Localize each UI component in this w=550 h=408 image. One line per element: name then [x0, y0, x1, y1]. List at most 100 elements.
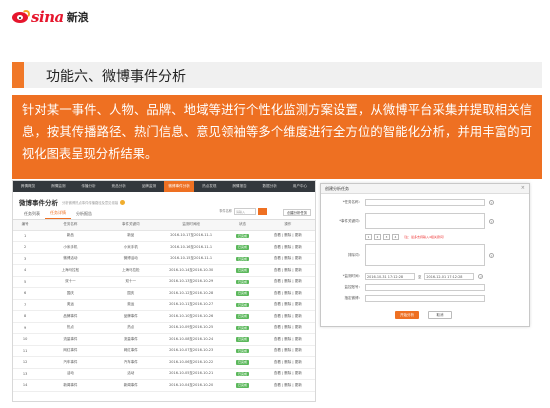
group-tab[interactable]: 3: [383, 234, 390, 240]
table-row[interactable]: 4 上海马拉松 上海马拉松 2016-10-14至2016-10-30 已完成 查看 | …: [13, 264, 315, 277]
cell-id: 10: [13, 333, 38, 346]
table-row[interactable]: 11 网红事件 网红事件 2016-10-07至2016-10-23 已完成 查看 | 删…: [13, 345, 315, 357]
table-row[interactable]: 8 品牌事件 品牌事件 2016-10-10至2016-10-26 已完成 查看 | 删除…: [13, 310, 315, 323]
table-row[interactable]: 3 微博活动 微博活动 2016-10-15至2016-11-1 已完成 查看 | 删除 …: [13, 253, 315, 265]
tab-task-list[interactable]: 任务列表: [19, 211, 45, 219]
cell-id: 1: [13, 230, 38, 242]
nav-item[interactable]: 品牌监测: [134, 181, 164, 192]
cell-time: 2016-10-04至2016-10-20: [157, 379, 225, 392]
row-actions[interactable]: 查看 | 删除 | 更新: [260, 368, 315, 380]
row-actions[interactable]: 查看 | 删除 | 更新: [260, 299, 315, 311]
row-actions[interactable]: 查看 | 删除 | 更新: [260, 345, 315, 357]
section-accent-bar: [12, 62, 24, 88]
logo-cn: 新浪: [66, 11, 89, 24]
close-icon[interactable]: ×: [521, 185, 525, 191]
help-icon[interactable]: ?: [489, 252, 494, 258]
nav-item[interactable]: 热点发现: [194, 181, 224, 192]
help-icon[interactable]: ?: [489, 200, 494, 205]
tab-task-detail[interactable]: 任务详情: [45, 210, 71, 219]
nav-item[interactable]: 舆情概览: [13, 181, 43, 192]
label-time: *监测时间：: [342, 274, 362, 278]
group-tab[interactable]: 4: [392, 234, 399, 240]
label-accounts2: 指定微博：: [344, 296, 363, 300]
row-actions[interactable]: 查看 | 删除 | 更新: [260, 310, 315, 323]
cell-keyword: 品牌事件: [103, 310, 158, 323]
status-badge: 已完成: [236, 268, 250, 273]
cell-keyword: 双十一: [103, 276, 158, 288]
table-row[interactable]: 14 新闻事件 新闻事件 2016-10-04至2016-10-20 已完成 查看 | 删…: [13, 379, 315, 392]
cell-name: 活动: [37, 368, 104, 380]
table-row[interactable]: 10 流量事件 流量事件 2016-10-08至2016-10-24 已完成 查看 | 删…: [13, 333, 315, 346]
create-task-button[interactable]: 创建分析任务: [283, 209, 311, 216]
create-task-dialog: 创建分析任务 × *任务名称： ? *事件关键词： ? 1 2 3 4 （注：最…: [320, 183, 530, 327]
row-actions[interactable]: 查看 | 删除 | 更新: [260, 230, 315, 242]
accounts-input[interactable]: [365, 284, 485, 291]
start-analysis-button[interactable]: 开始分析: [395, 311, 419, 319]
nav-item[interactable]: 舆情报告: [224, 181, 254, 192]
dialog-title: 创建分析任务: [325, 186, 349, 191]
help-icon[interactable]: ?: [489, 218, 494, 224]
nav-item[interactable]: 传播分析: [73, 181, 103, 192]
filter-input[interactable]: 请输入: [234, 208, 256, 215]
table-row[interactable]: 7 奥运 奥运 2016-10-11至2016-10-27 已完成 查看 | 删除 | 更…: [13, 299, 315, 311]
task-name-input[interactable]: [365, 199, 485, 206]
cell-name: 小米手机: [37, 241, 104, 254]
cell-keyword: 上海马拉松: [103, 264, 158, 277]
cancel-button[interactable]: 取消: [428, 311, 452, 319]
label-task-name: *任务名称：: [342, 200, 362, 204]
cell-name: 汽车事件: [37, 356, 104, 369]
nav-item[interactable]: 竞品分析: [104, 181, 134, 192]
row-actions[interactable]: 查看 | 删除 | 更新: [260, 287, 315, 300]
exclude-textarea[interactable]: [365, 244, 485, 266]
field-accounts2: 指定微博：: [325, 295, 485, 302]
cell-keyword: 汽车事件: [103, 356, 158, 369]
table-row[interactable]: 2 小米手机 小米手机 2016-10-16至2016-11-1 已完成 查看 | 删除 …: [13, 241, 315, 254]
field-task-name: *任务名称： ?: [325, 199, 494, 206]
cell-keyword: 微博活动: [103, 253, 158, 265]
row-actions[interactable]: 查看 | 删除 | 更新: [260, 333, 315, 346]
table-row[interactable]: 5 双十一 双十一 2016-10-13至2016-10-29 已完成 查看 | 删除 |…: [13, 276, 315, 288]
table-row[interactable]: 1 新品 新品 2016-10-17至2016-11-1 已完成 查看 | 删除 | 更新: [13, 230, 315, 242]
search-button[interactable]: [258, 208, 267, 215]
help-icon[interactable]: ?: [478, 274, 484, 279]
row-actions[interactable]: 查看 | 删除 | 更新: [260, 356, 315, 369]
tab-report[interactable]: 分析报告: [71, 211, 97, 219]
nav-item[interactable]: 舆情监测: [43, 181, 73, 192]
description-text: 针对某一事件、人物、品牌、地域等进行个性化监测方案设置，从微博平台采集并提取相关…: [22, 103, 532, 161]
table-row[interactable]: 13 活动 活动 2016-10-05至2016-10-21 已完成 查看 | 删除 | …: [13, 368, 315, 380]
group-tab[interactable]: 2: [374, 234, 381, 240]
section-header: 功能六、微博事件分析: [12, 62, 542, 88]
cell-time: 2016-10-15至2016-11-1: [157, 253, 225, 265]
start-date-input[interactable]: 2016-10-31 17:12:28: [365, 273, 415, 280]
nav-item[interactable]: 数据分析: [255, 181, 285, 192]
table-row[interactable]: 9 热点 热点 2016-10-09至2016-10-25 已完成 查看 | 删除 | 更…: [13, 322, 315, 334]
cell-name: 品牌事件: [37, 310, 104, 323]
cell-keyword: 国庆: [103, 287, 158, 300]
row-actions[interactable]: 查看 | 删除 | 更新: [260, 241, 315, 254]
app-tabs: 任务列表 任务详情 分析报告 事件名称 请输入 创建分析任务: [13, 208, 315, 220]
keyword-textarea[interactable]: [365, 213, 485, 229]
help-icon[interactable]: [120, 199, 126, 205]
row-actions[interactable]: 查看 | 删除 | 更新: [260, 253, 315, 265]
row-actions[interactable]: 查看 | 删除 | 更新: [260, 276, 315, 288]
table-row[interactable]: 6 国庆 国庆 2016-10-12至2016-10-28 已完成 查看 | 删除 | 更…: [13, 287, 315, 300]
cell-keyword: 新闻事件: [103, 379, 158, 392]
row-actions[interactable]: 查看 | 删除 | 更新: [260, 379, 315, 392]
cell-id: 3: [13, 253, 38, 265]
nav-item[interactable]: 用户中心: [285, 181, 315, 192]
end-date-input[interactable]: 2016-12-01 17:12:28: [424, 273, 475, 280]
cell-name: 双十一: [37, 276, 104, 288]
status-badge: 已完成: [236, 302, 250, 307]
table-row[interactable]: 12 汽车事件 汽车事件 2016-10-06至2016-10-22 已完成 查看 | 删…: [13, 356, 315, 369]
row-actions[interactable]: 查看 | 删除 | 更新: [260, 264, 315, 277]
col-status: 状态: [224, 220, 261, 231]
row-actions[interactable]: 查看 | 删除 | 更新: [260, 322, 315, 334]
event-analysis-screenshot: 舆情概览 舆情监测 传播分析 竞品分析 品牌监测 微博事件分析 热点发现 舆情报告 数据分析 用户…: [12, 180, 316, 402]
status-badge: 已完成: [236, 337, 250, 342]
group-tab[interactable]: 1: [365, 234, 372, 240]
nav-item[interactable]: 微博事件分析: [164, 181, 195, 192]
cell-name: 国庆: [37, 287, 104, 300]
accounts2-input[interactable]: [365, 295, 485, 302]
cell-id: 7: [13, 299, 38, 311]
cell-id: 2: [13, 241, 38, 254]
